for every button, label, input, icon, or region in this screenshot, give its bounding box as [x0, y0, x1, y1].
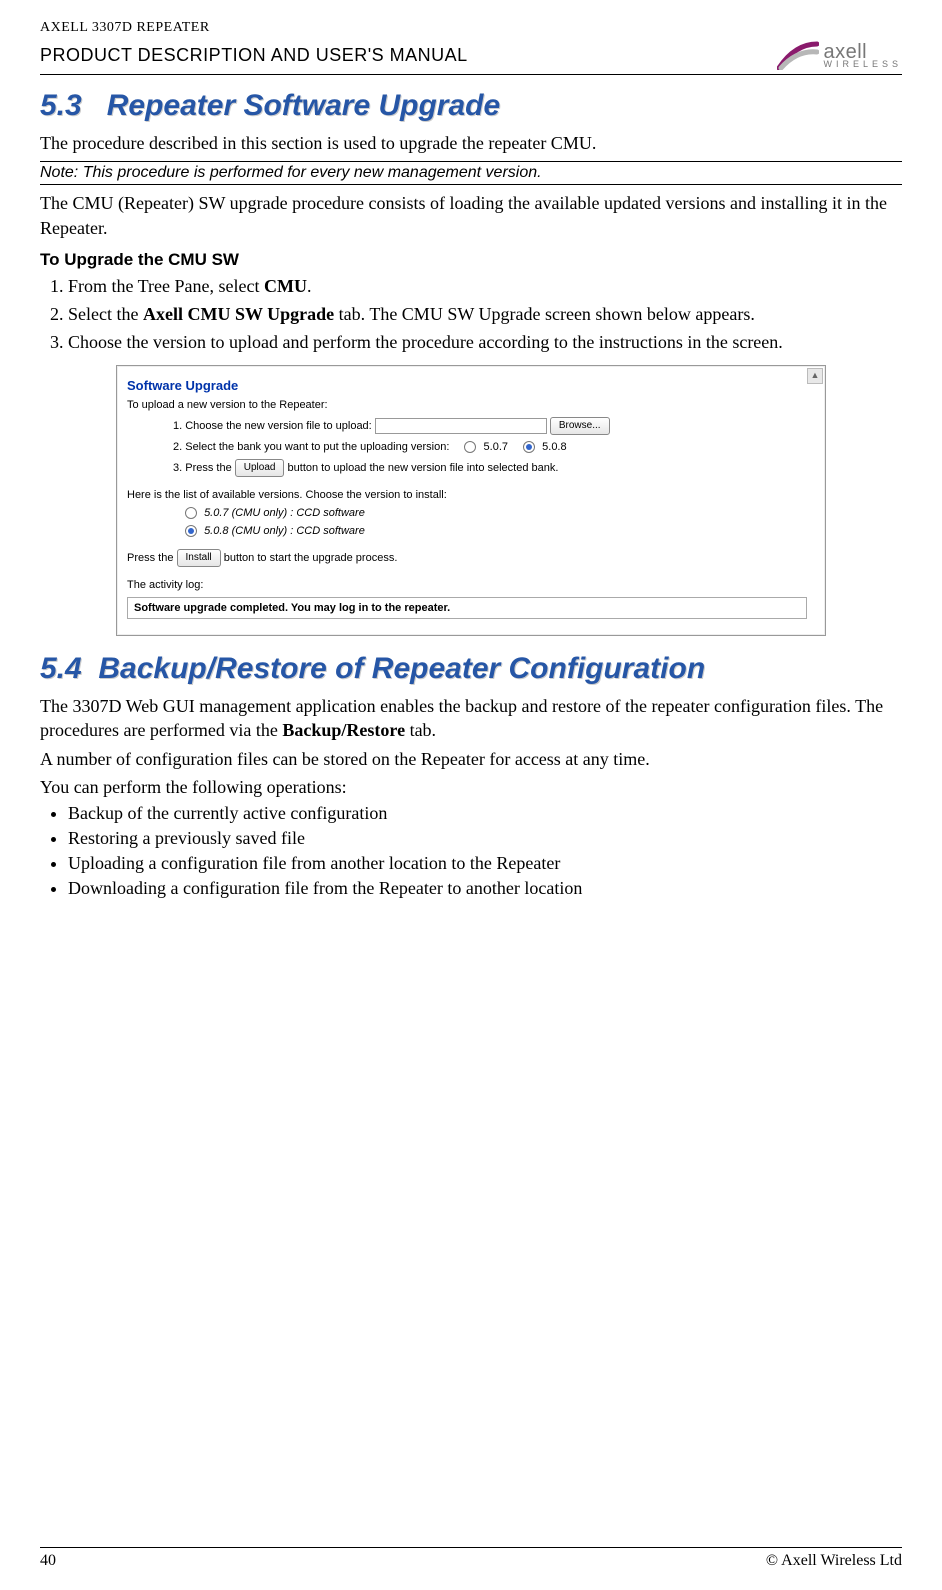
ss-step1: 1. Choose the new version file to upload…: [127, 417, 807, 435]
header-divider: [40, 74, 902, 75]
section-5-3-heading: 5.3 Repeater Software Upgrade: [40, 89, 902, 123]
header-product-line: AXELL 3307D REPEATER: [40, 20, 902, 36]
s53-step-2: Select the Axell CMU SW Upgrade tab. The…: [68, 302, 902, 326]
upload-file-input[interactable]: [375, 418, 547, 434]
ss-step2: 2. Select the bank you want to put the u…: [127, 441, 807, 453]
sw-upgrade-screenshot: ▲ Software Upgrade To upload a new versi…: [116, 365, 826, 636]
s53-intro: The procedure described in this section …: [40, 131, 902, 155]
s53-step-1: From the Tree Pane, select CMU.: [68, 274, 902, 298]
bank-radio-a[interactable]: [464, 441, 476, 453]
s53-steps: From the Tree Pane, select CMU. Select t…: [40, 274, 902, 355]
ss-version-a: 5.0.7 (CMU only) : CCD software: [127, 507, 807, 519]
bank-radio-b[interactable]: [523, 441, 535, 453]
s53-step-3: Choose the version to upload and perform…: [68, 330, 902, 354]
browse-button[interactable]: Browse...: [550, 417, 610, 435]
ss-step3: 3. Press the Upload button to upload the…: [127, 459, 807, 477]
version-radio-b[interactable]: [185, 525, 197, 537]
install-button[interactable]: Install: [177, 549, 221, 567]
s53-subhead: To Upgrade the CMU SW: [40, 250, 902, 270]
s54-para1: The 3307D Web GUI management application…: [40, 694, 902, 743]
s53-note: Note: This procedure is performed for ev…: [40, 161, 902, 185]
section-5-4-heading: 5.4 Backup/Restore of Repeater Configura…: [40, 652, 902, 686]
version-radio-a[interactable]: [185, 507, 197, 519]
s54-bullet-3: Uploading a configuration file from anot…: [68, 853, 902, 874]
scroll-up-icon[interactable]: ▲: [807, 368, 823, 384]
page-number: 40: [40, 1552, 56, 1570]
page-footer: 40 © Axell Wireless Ltd: [0, 1547, 942, 1590]
ss-list-intro: Here is the list of available versions. …: [127, 489, 807, 501]
brand-logo: axell WIRELESS: [777, 40, 902, 70]
ss-log-label: The activity log:: [127, 579, 807, 591]
ss-version-b: 5.0.8 (CMU only) : CCD software: [127, 525, 807, 537]
logo-swoosh-icon: [777, 40, 819, 70]
s54-bullet-2: Restoring a previously saved file: [68, 828, 902, 849]
s54-bullets: Backup of the currently active configura…: [40, 803, 902, 899]
ss-title: Software Upgrade: [127, 378, 807, 393]
s54-bullet-4: Downloading a configuration file from th…: [68, 878, 902, 899]
upload-button[interactable]: Upload: [235, 459, 285, 477]
logo-subtext: WIRELESS: [823, 60, 902, 69]
manual-title: PRODUCT DESCRIPTION AND USER'S MANUAL: [40, 45, 468, 66]
s54-para2: A number of configuration files can be s…: [40, 747, 902, 771]
copyright-text: © Axell Wireless Ltd: [766, 1552, 902, 1570]
ss-intro-line: To upload a new version to the Repeater:: [127, 399, 807, 411]
s54-para3: You can perform the following operations…: [40, 775, 902, 799]
s53-para2: The CMU (Repeater) SW upgrade procedure …: [40, 191, 902, 240]
activity-log-box: Software upgrade completed. You may log …: [127, 597, 807, 619]
ss-install-line: Press the Install button to start the up…: [127, 549, 807, 567]
s54-bullet-1: Backup of the currently active configura…: [68, 803, 902, 824]
